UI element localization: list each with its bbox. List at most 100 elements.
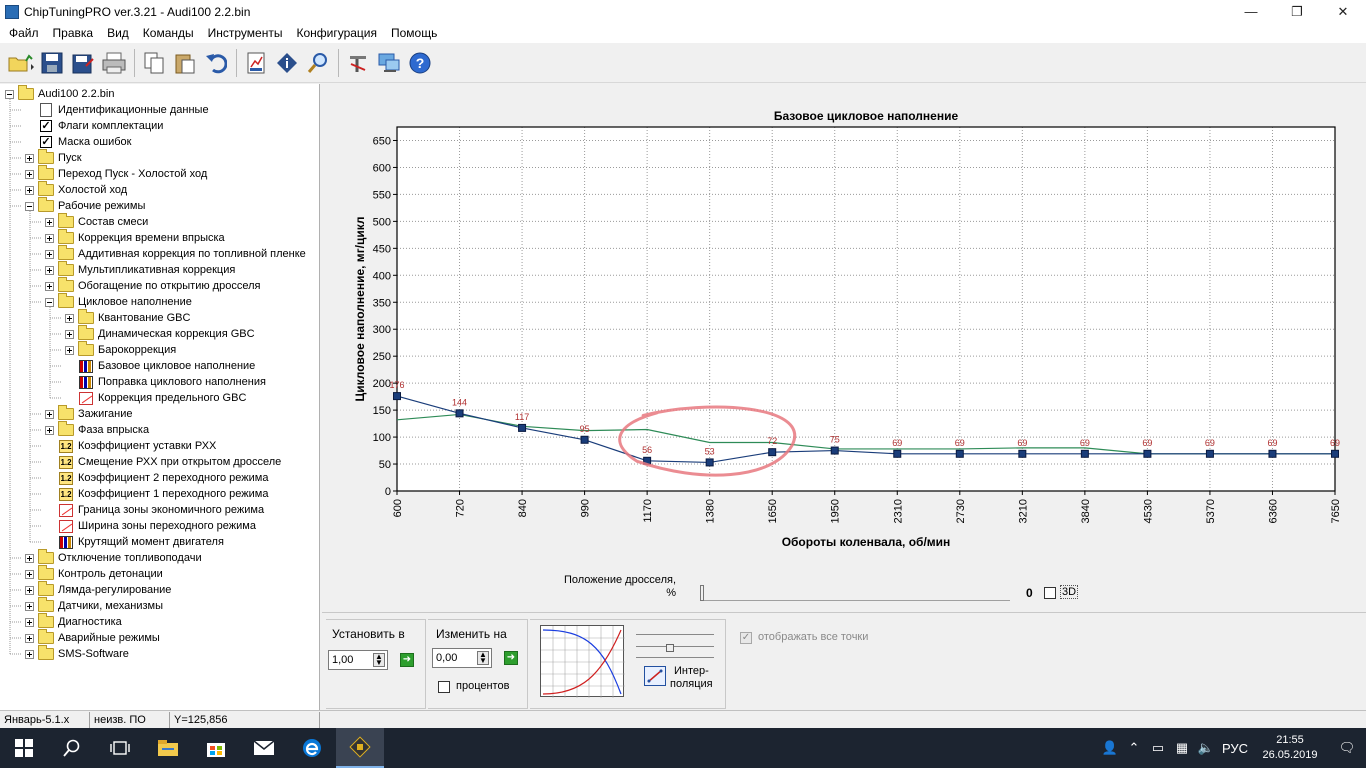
- clock[interactable]: 21:55 26.05.2019: [1252, 733, 1328, 763]
- battery-icon[interactable]: ▭: [1147, 740, 1169, 756]
- mail-icon[interactable]: [240, 728, 288, 768]
- tree-item[interactable]: Пуск: [25, 149, 82, 166]
- data-point[interactable]: [1143, 449, 1152, 458]
- expand-icon[interactable]: [45, 249, 54, 259]
- close-button[interactable]: ✕: [1320, 0, 1366, 23]
- interpolation-label-2[interactable]: поляция: [670, 678, 713, 690]
- copy-icon[interactable]: [139, 48, 169, 78]
- start-icon[interactable]: [0, 728, 48, 768]
- tree-item[interactable]: Переход Пуск - Холостой ход: [25, 165, 207, 182]
- expand-icon[interactable]: [25, 601, 34, 611]
- data-point[interactable]: [830, 446, 839, 455]
- expand-icon[interactable]: [45, 409, 54, 419]
- store-icon[interactable]: [192, 728, 240, 768]
- expand-icon[interactable]: [25, 553, 34, 563]
- tree-item[interactable]: Поправка циклового наполнения: [65, 374, 266, 390]
- menu-commands[interactable]: Команды: [136, 26, 201, 40]
- expand-icon[interactable]: [45, 217, 54, 227]
- tree-item[interactable]: Лямда-регулирование: [25, 581, 171, 598]
- paste-icon[interactable]: [170, 48, 200, 78]
- throttle-slider-track[interactable]: [700, 585, 1010, 601]
- tree-item[interactable]: Контроль детонации: [25, 565, 163, 582]
- tree-item[interactable]: Коррекция времени впрыска: [45, 229, 225, 246]
- open-folder-icon[interactable]: [6, 48, 36, 78]
- interpolation-icon[interactable]: [644, 666, 666, 686]
- tree-item[interactable]: Граница зоны экономичного режима: [45, 502, 264, 518]
- expand-icon[interactable]: [25, 185, 34, 195]
- tree-item[interactable]: 1.2 Коэффициент 2 переходного режима: [45, 470, 268, 486]
- file-explorer-icon[interactable]: [144, 728, 192, 768]
- expand-icon[interactable]: [65, 329, 74, 339]
- data-point[interactable]: [1018, 449, 1027, 458]
- data-point[interactable]: [1080, 449, 1089, 458]
- tree-item[interactable]: Мультипликативная коррекция: [45, 261, 235, 278]
- data-point[interactable]: [1205, 449, 1214, 458]
- expand-icon[interactable]: [65, 345, 74, 355]
- curve-preview[interactable]: [540, 625, 625, 698]
- undo-icon[interactable]: [201, 48, 231, 78]
- curve-slider-1[interactable]: [636, 625, 714, 635]
- save-as-icon[interactable]: [68, 48, 98, 78]
- chevron-up-icon[interactable]: ⌃: [1123, 740, 1145, 756]
- expand-icon[interactable]: [25, 569, 34, 579]
- curve-slider-thumb[interactable]: [666, 644, 674, 652]
- tree-item[interactable]: ✓ Маска ошибок: [25, 134, 131, 150]
- tree-item[interactable]: 1.2 Коэффициент уставки РХХ: [45, 438, 216, 454]
- change-value-input[interactable]: 0,00 ▲ ▼: [432, 648, 492, 668]
- expand-icon[interactable]: [25, 585, 34, 595]
- data-point[interactable]: [893, 449, 902, 458]
- throttle-slider-thumb[interactable]: [700, 585, 704, 601]
- expand-icon[interactable]: [25, 633, 34, 643]
- tree-item[interactable]: Отключение топливоподачи: [25, 549, 202, 566]
- tree-item[interactable]: Квантование GBC: [65, 309, 190, 326]
- network-status-icon[interactable]: ▦: [1171, 740, 1193, 756]
- curve-slider-2[interactable]: [636, 637, 714, 647]
- menu-configuration[interactable]: Конфигурация: [289, 26, 384, 40]
- data-point[interactable]: [393, 392, 401, 401]
- collapse-icon[interactable]: [25, 201, 34, 211]
- table-view-icon[interactable]: [241, 48, 271, 78]
- tree-item[interactable]: Холостой ход: [25, 181, 127, 198]
- show-all-points-checkbox[interactable]: ✓: [740, 632, 752, 644]
- info-icon[interactable]: [272, 48, 302, 78]
- change-apply-button[interactable]: ➜: [504, 651, 518, 665]
- tree-item[interactable]: Зажигание: [45, 405, 133, 422]
- tree-item[interactable]: Обогащение по открытию дросселя: [45, 277, 260, 294]
- tools-icon[interactable]: [343, 48, 373, 78]
- collapse-icon[interactable]: [5, 89, 14, 99]
- people-icon[interactable]: 👤: [1099, 740, 1121, 756]
- menu-edit[interactable]: Правка: [46, 26, 101, 40]
- tree-item[interactable]: Датчики, механизмы: [25, 597, 163, 614]
- tree-item[interactable]: ✓ Флаги комплектации: [25, 118, 163, 134]
- help-icon[interactable]: ?: [405, 48, 435, 78]
- save-icon[interactable]: [37, 48, 67, 78]
- 3d-checkbox[interactable]: [1044, 587, 1056, 599]
- menu-view[interactable]: Вид: [100, 26, 136, 40]
- notifications-icon[interactable]: 🗨: [1329, 740, 1365, 756]
- expand-icon[interactable]: [45, 281, 54, 291]
- tree-item[interactable]: Аддитивная коррекция по топливной пленке: [45, 245, 306, 262]
- data-point[interactable]: [955, 449, 964, 458]
- set-apply-button[interactable]: ➜: [400, 653, 414, 667]
- tree-item[interactable]: Базовое цикловое наполнение: [65, 358, 255, 374]
- chart[interactable]: 0 50 100 150 200 250 300 350 400 450 500 550 600 650 6…: [322, 84, 1366, 570]
- tree-item[interactable]: 1.2 Коэффициент 1 переходного режима: [45, 486, 268, 502]
- 3d-label[interactable]: 3D: [1060, 585, 1079, 599]
- expand-icon[interactable]: [25, 649, 34, 659]
- set-value-spinner[interactable]: ▲ ▼: [373, 653, 385, 667]
- data-point[interactable]: [518, 423, 527, 432]
- data-point[interactable]: [705, 458, 714, 467]
- tree-item[interactable]: Диагностика: [25, 613, 122, 630]
- collapse-icon[interactable]: [45, 297, 54, 307]
- expand-icon[interactable]: [65, 313, 74, 323]
- tree-item[interactable]: Барокоррекция: [65, 341, 176, 358]
- tree-item[interactable]: 1.2 Смещение РХХ при открытом дросселе: [45, 454, 281, 470]
- interpolation-label-1[interactable]: Интер-: [674, 665, 709, 677]
- tree-item[interactable]: Коррекция предельного GBC: [65, 390, 246, 406]
- language-indicator[interactable]: РУС: [1219, 741, 1251, 756]
- print-icon[interactable]: [99, 48, 129, 78]
- tree-item[interactable]: Идентификационные данные: [25, 102, 209, 118]
- search-icon[interactable]: [48, 728, 96, 768]
- maximize-button[interactable]: ❐: [1274, 0, 1320, 23]
- tree-item[interactable]: Динамическая коррекция GBC: [65, 325, 255, 342]
